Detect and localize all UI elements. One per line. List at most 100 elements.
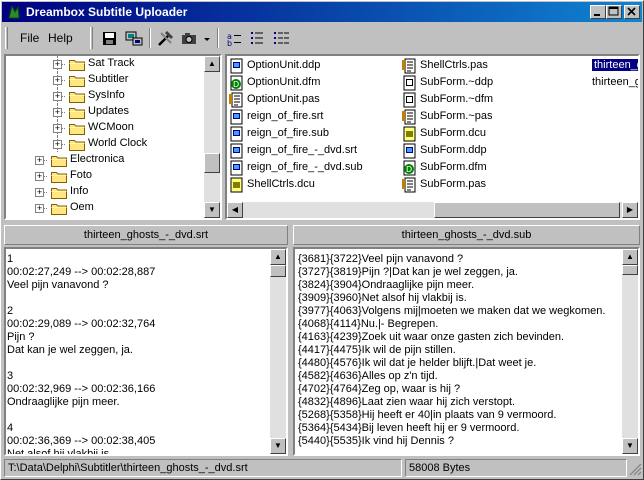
minimize-button[interactable] <box>590 5 606 19</box>
tree-item[interactable]: + Foto <box>6 168 204 184</box>
scroll-thumb[interactable] <box>204 153 220 173</box>
backup-file-icon <box>403 92 416 108</box>
tree-item[interactable]: + SysInfo <box>6 88 204 104</box>
camera-dropdown[interactable] <box>201 28 213 49</box>
detail-view-button[interactable] <box>271 28 293 49</box>
title-bar[interactable]: Dreambox Subtitle Uploader <box>2 2 642 22</box>
file-item[interactable]: thirteen_gh <box>574 75 638 92</box>
file-item[interactable]: thirteen_gh <box>574 58 638 75</box>
scroll-left-button[interactable]: ◀ <box>227 202 243 218</box>
tree-item[interactable]: + Electronica <box>6 152 204 168</box>
file-item[interactable]: SubForm.~ddp <box>402 75 567 92</box>
tools-button[interactable] <box>155 28 177 49</box>
tree-item[interactable]: + World Clock <box>6 136 204 152</box>
srt-text[interactable]: 1 00:02:27,249 --> 00:02:28,887 Veel pij… <box>7 253 270 454</box>
file-item[interactable]: reign_of_fire.srt <box>229 109 394 126</box>
sort-button[interactable]: ab <box>223 28 245 49</box>
folder-icon <box>69 108 85 119</box>
form-icon: D <box>403 160 416 176</box>
sub-pane-header: thirteen_ghosts_-_dvd.sub <box>293 225 640 245</box>
camera-button[interactable] <box>179 28 201 49</box>
scroll-up-button[interactable]: ▲ <box>622 249 638 265</box>
file-item-label: OptionUnit.pas <box>247 93 320 105</box>
scroll-up-button[interactable]: ▲ <box>204 56 220 72</box>
minimize-icon <box>594 14 600 16</box>
expand-icon[interactable]: + <box>53 60 62 69</box>
scroll-down-button[interactable]: ▼ <box>622 438 638 454</box>
detail-list-icon <box>274 32 289 44</box>
srt-text-area[interactable]: 1 00:02:27,249 --> 00:02:28,887 Veel pij… <box>4 247 288 456</box>
scroll-right-button[interactable]: ▶ <box>622 202 638 218</box>
close-button[interactable] <box>624 5 640 19</box>
tree-item[interactable]: + WCMoon <box>6 120 204 136</box>
file-item[interactable]: reign_of_fire_-_dvd.sub <box>229 160 394 177</box>
sub-text-area[interactable]: {3681}{3722}Veel pijn vanavond ? {3727}{… <box>293 247 640 456</box>
tree-item-label: Foto <box>70 169 93 181</box>
file-item[interactable]: ShellCtrls.pas <box>402 58 567 75</box>
document-icon <box>230 143 243 159</box>
tree-item[interactable]: + Sat Track <box>6 56 204 72</box>
folder-tree[interactable]: + Sat Track + Subtitler + SysInfo + Updates + WCM… <box>4 54 222 220</box>
srt-vertical-scrollbar[interactable]: ▲ ▼ <box>270 249 286 454</box>
file-item[interactable]: D OptionUnit.dfm <box>229 75 394 92</box>
file-item[interactable]: D SubForm.dfm <box>402 160 567 177</box>
folder-icon <box>51 218 67 220</box>
resize-grip-icon[interactable] <box>628 462 642 476</box>
tree-vertical-scrollbar[interactable]: ▲ ▼ <box>204 56 220 218</box>
save-icon <box>103 32 116 45</box>
scroll-thumb[interactable] <box>434 202 620 218</box>
file-item-label: reign_of_fire_-_dvd.sub <box>247 161 363 173</box>
sub-text[interactable]: {3681}{3722}Veel pijn vanavond ? {3727}{… <box>298 253 622 454</box>
file-item[interactable]: SubForm.~pas <box>402 109 567 126</box>
close-icon <box>627 7 636 16</box>
tree-item[interactable]: + Info <box>6 184 204 200</box>
menu-grip[interactable] <box>5 27 8 49</box>
expand-icon[interactable]: + <box>53 140 62 149</box>
expand-icon[interactable]: + <box>35 156 44 165</box>
filelist-horizontal-scrollbar[interactable]: ◀ ▶ <box>227 202 638 218</box>
menu-file[interactable]: File <box>20 31 39 45</box>
expand-icon[interactable]: + <box>35 172 44 181</box>
menu-help[interactable]: Help <box>48 31 73 45</box>
folder-icon <box>51 188 67 199</box>
expand-icon[interactable]: + <box>53 124 62 133</box>
file-item[interactable]: SubForm.~dfm <box>402 92 567 109</box>
toolbar-grip[interactable] <box>90 27 93 49</box>
toolbar-separator <box>149 28 151 48</box>
tree-item-label: SysInfo <box>88 89 125 101</box>
expand-icon[interactable]: + <box>53 76 62 85</box>
expand-icon[interactable]: + <box>35 204 44 213</box>
document-icon <box>230 58 243 74</box>
tree-item[interactable]: + Oem <box>6 200 204 216</box>
tree-item[interactable]: + Subtitler <box>6 72 204 88</box>
file-item[interactable]: SubForm.ddp <box>402 143 567 160</box>
file-list[interactable]: OptionUnit.ddp D OptionUnit.dfm OptionUnit.… <box>225 54 640 220</box>
expand-icon[interactable]: + <box>53 92 62 101</box>
file-item[interactable]: OptionUnit.pas <box>229 92 394 109</box>
scroll-thumb[interactable] <box>270 265 286 277</box>
list-view-button[interactable] <box>247 28 269 49</box>
tree-item-label: WCMoon <box>88 121 134 133</box>
tree-item[interactable]: +Project <box>6 216 204 220</box>
scroll-down-button[interactable]: ▼ <box>204 202 220 218</box>
scroll-thumb[interactable] <box>622 265 638 275</box>
scroll-up-button[interactable]: ▲ <box>270 249 286 265</box>
tree-item[interactable]: + Updates <box>6 104 204 120</box>
folder-icon <box>69 124 85 135</box>
save-button[interactable] <box>99 28 121 49</box>
sub-vertical-scrollbar[interactable]: ▲ ▼ <box>622 249 638 454</box>
file-item[interactable]: SubForm.pas <box>402 177 567 194</box>
menu-toolbar: File Help ab <box>2 24 642 52</box>
maximize-button[interactable] <box>606 5 622 19</box>
expand-icon[interactable]: + <box>53 108 62 117</box>
upload-button[interactable] <box>123 28 145 49</box>
file-item[interactable]: reign_of_fire_-_dvd.srt <box>229 143 394 160</box>
scroll-down-button[interactable]: ▼ <box>270 438 286 454</box>
file-item[interactable]: reign_of_fire.sub <box>229 126 394 143</box>
file-item[interactable]: OptionUnit.ddp <box>229 58 394 75</box>
maximize-icon <box>608 6 619 16</box>
file-item[interactable]: SubForm.dcu <box>402 126 567 143</box>
file-item[interactable]: ShellCtrls.dcu <box>229 177 394 194</box>
expand-icon[interactable]: + <box>35 188 44 197</box>
folder-icon <box>51 156 67 167</box>
